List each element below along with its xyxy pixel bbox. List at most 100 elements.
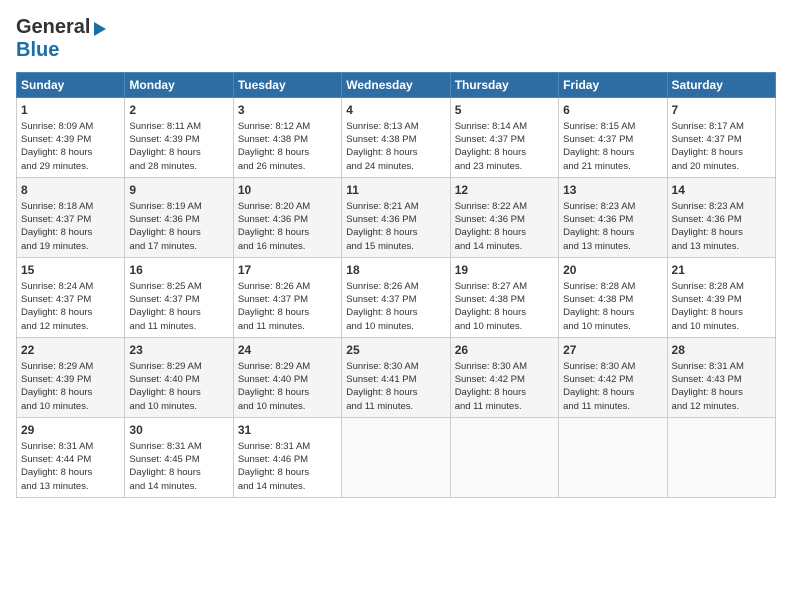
day-info: Daylight: 8 hours	[346, 386, 445, 399]
day-info: Sunset: 4:40 PM	[238, 373, 337, 386]
calendar-cell: 13Sunrise: 8:23 AMSunset: 4:36 PMDayligh…	[559, 177, 667, 257]
day-number: 27	[563, 342, 662, 359]
day-info: and 10 minutes.	[455, 320, 554, 333]
day-info: Sunset: 4:38 PM	[455, 293, 554, 306]
week-row-2: 8Sunrise: 8:18 AMSunset: 4:37 PMDaylight…	[17, 177, 776, 257]
day-number: 1	[21, 102, 120, 119]
day-info: Daylight: 8 hours	[672, 306, 771, 319]
calendar-cell: 19Sunrise: 8:27 AMSunset: 4:38 PMDayligh…	[450, 257, 558, 337]
day-number: 2	[129, 102, 228, 119]
day-info: Sunrise: 8:30 AM	[346, 360, 445, 373]
day-info: Daylight: 8 hours	[346, 226, 445, 239]
day-info: Sunrise: 8:31 AM	[129, 440, 228, 453]
calendar-cell	[559, 417, 667, 497]
calendar-cell: 31Sunrise: 8:31 AMSunset: 4:46 PMDayligh…	[233, 417, 341, 497]
day-number: 9	[129, 182, 228, 199]
day-info: and 10 minutes.	[346, 320, 445, 333]
day-info: Sunset: 4:36 PM	[672, 213, 771, 226]
day-info: Sunset: 4:36 PM	[346, 213, 445, 226]
day-number: 22	[21, 342, 120, 359]
day-info: Sunset: 4:44 PM	[21, 453, 120, 466]
col-header-sunday: Sunday	[17, 73, 125, 98]
day-info: and 10 minutes.	[672, 320, 771, 333]
day-info: Daylight: 8 hours	[346, 306, 445, 319]
day-number: 21	[672, 262, 771, 279]
day-info: Sunrise: 8:30 AM	[455, 360, 554, 373]
day-info: and 10 minutes.	[238, 400, 337, 413]
header-row: SundayMondayTuesdayWednesdayThursdayFrid…	[17, 73, 776, 98]
day-number: 12	[455, 182, 554, 199]
day-info: and 14 minutes.	[455, 240, 554, 253]
day-number: 14	[672, 182, 771, 199]
day-info: Sunrise: 8:29 AM	[21, 360, 120, 373]
day-info: Sunset: 4:37 PM	[672, 133, 771, 146]
header: General Blue	[16, 16, 776, 62]
calendar-cell: 26Sunrise: 8:30 AMSunset: 4:42 PMDayligh…	[450, 337, 558, 417]
day-info: Sunset: 4:42 PM	[455, 373, 554, 386]
day-number: 30	[129, 422, 228, 439]
day-info: Sunset: 4:41 PM	[346, 373, 445, 386]
day-info: and 28 minutes.	[129, 160, 228, 173]
day-info: Daylight: 8 hours	[129, 146, 228, 159]
col-header-thursday: Thursday	[450, 73, 558, 98]
day-info: Daylight: 8 hours	[563, 226, 662, 239]
day-info: and 26 minutes.	[238, 160, 337, 173]
calendar-cell: 20Sunrise: 8:28 AMSunset: 4:38 PMDayligh…	[559, 257, 667, 337]
calendar-cell: 21Sunrise: 8:28 AMSunset: 4:39 PMDayligh…	[667, 257, 775, 337]
day-info: and 17 minutes.	[129, 240, 228, 253]
day-info: Sunrise: 8:19 AM	[129, 200, 228, 213]
day-info: and 13 minutes.	[563, 240, 662, 253]
day-info: and 20 minutes.	[672, 160, 771, 173]
day-number: 5	[455, 102, 554, 119]
day-info: Daylight: 8 hours	[672, 386, 771, 399]
calendar-cell: 4Sunrise: 8:13 AMSunset: 4:38 PMDaylight…	[342, 98, 450, 178]
day-info: Daylight: 8 hours	[129, 466, 228, 479]
calendar-cell: 11Sunrise: 8:21 AMSunset: 4:36 PMDayligh…	[342, 177, 450, 257]
calendar-cell: 30Sunrise: 8:31 AMSunset: 4:45 PMDayligh…	[125, 417, 233, 497]
day-info: Daylight: 8 hours	[455, 306, 554, 319]
day-info: Sunrise: 8:11 AM	[129, 120, 228, 133]
col-header-wednesday: Wednesday	[342, 73, 450, 98]
calendar-cell	[667, 417, 775, 497]
day-info: Sunset: 4:37 PM	[21, 213, 120, 226]
day-info: Sunset: 4:37 PM	[238, 293, 337, 306]
day-info: Daylight: 8 hours	[238, 386, 337, 399]
day-info: Daylight: 8 hours	[455, 386, 554, 399]
day-info: Sunset: 4:39 PM	[672, 293, 771, 306]
calendar-cell: 18Sunrise: 8:26 AMSunset: 4:37 PMDayligh…	[342, 257, 450, 337]
day-info: and 14 minutes.	[129, 480, 228, 493]
day-info: Sunrise: 8:26 AM	[238, 280, 337, 293]
day-info: Sunrise: 8:26 AM	[346, 280, 445, 293]
day-number: 24	[238, 342, 337, 359]
day-info: Sunrise: 8:20 AM	[238, 200, 337, 213]
calendar-cell: 7Sunrise: 8:17 AMSunset: 4:37 PMDaylight…	[667, 98, 775, 178]
day-number: 3	[238, 102, 337, 119]
day-info: and 24 minutes.	[346, 160, 445, 173]
calendar-cell: 25Sunrise: 8:30 AMSunset: 4:41 PMDayligh…	[342, 337, 450, 417]
day-info: Daylight: 8 hours	[346, 146, 445, 159]
logo-text-blue: Blue	[16, 39, 59, 61]
day-info: Sunset: 4:36 PM	[129, 213, 228, 226]
day-info: and 12 minutes.	[672, 400, 771, 413]
calendar-cell: 3Sunrise: 8:12 AMSunset: 4:38 PMDaylight…	[233, 98, 341, 178]
day-info: Daylight: 8 hours	[563, 386, 662, 399]
day-info: Sunrise: 8:28 AM	[672, 280, 771, 293]
day-info: and 10 minutes.	[563, 320, 662, 333]
day-info: Daylight: 8 hours	[129, 386, 228, 399]
day-info: and 11 minutes.	[129, 320, 228, 333]
day-info: Sunrise: 8:15 AM	[563, 120, 662, 133]
day-info: Sunrise: 8:22 AM	[455, 200, 554, 213]
day-number: 4	[346, 102, 445, 119]
day-info: Daylight: 8 hours	[238, 306, 337, 319]
day-info: Sunrise: 8:29 AM	[238, 360, 337, 373]
day-info: Sunset: 4:39 PM	[21, 373, 120, 386]
day-info: Daylight: 8 hours	[129, 306, 228, 319]
day-info: Sunset: 4:43 PM	[672, 373, 771, 386]
col-header-tuesday: Tuesday	[233, 73, 341, 98]
day-info: Daylight: 8 hours	[129, 226, 228, 239]
day-info: and 12 minutes.	[21, 320, 120, 333]
week-row-3: 15Sunrise: 8:24 AMSunset: 4:37 PMDayligh…	[17, 257, 776, 337]
day-info: Sunrise: 8:27 AM	[455, 280, 554, 293]
day-number: 20	[563, 262, 662, 279]
day-info: and 13 minutes.	[672, 240, 771, 253]
